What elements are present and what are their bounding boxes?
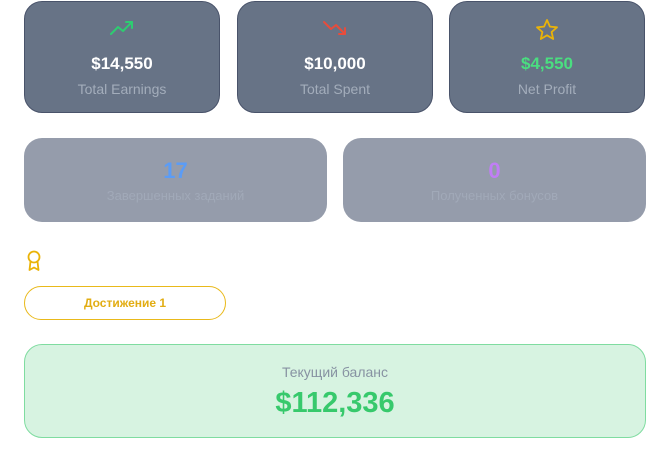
- balance-label: Текущий баланс: [281, 364, 389, 380]
- stat-value: $10,000: [304, 54, 366, 73]
- achievement-badge[interactable]: Достижение 1: [24, 286, 226, 320]
- stat-card-completed-tasks: 17 Завершенных заданий: [24, 138, 327, 222]
- stat-label: Total Earnings: [77, 81, 167, 97]
- stat-value: 0: [488, 158, 501, 183]
- balance-card: Текущий баланс $112,336: [24, 344, 646, 438]
- balance-value: $112,336: [275, 387, 395, 419]
- stat-card-net-profit: $4,550 Net Profit: [449, 1, 645, 113]
- stat-card-received-bonuses: 0 Полученных бонусов: [343, 138, 646, 222]
- stat-card-total-earnings: $14,550 Total Earnings: [24, 1, 220, 113]
- trending-up-icon: [25, 18, 219, 42]
- stat-value: 17: [163, 158, 188, 183]
- star-icon: [450, 18, 644, 42]
- stat-label: Net Profit: [517, 81, 577, 97]
- stat-card-total-spent: $10,000 Total Spent: [237, 1, 433, 113]
- stat-label: Total Spent: [299, 81, 371, 97]
- stat-label: Завершенных заданий: [106, 188, 245, 203]
- award-icon: [25, 250, 43, 272]
- stat-label: Полученных бонусов: [430, 188, 559, 203]
- stat-value: $14,550: [91, 54, 153, 73]
- stat-value: $4,550: [521, 54, 573, 73]
- trending-down-icon: [238, 18, 432, 42]
